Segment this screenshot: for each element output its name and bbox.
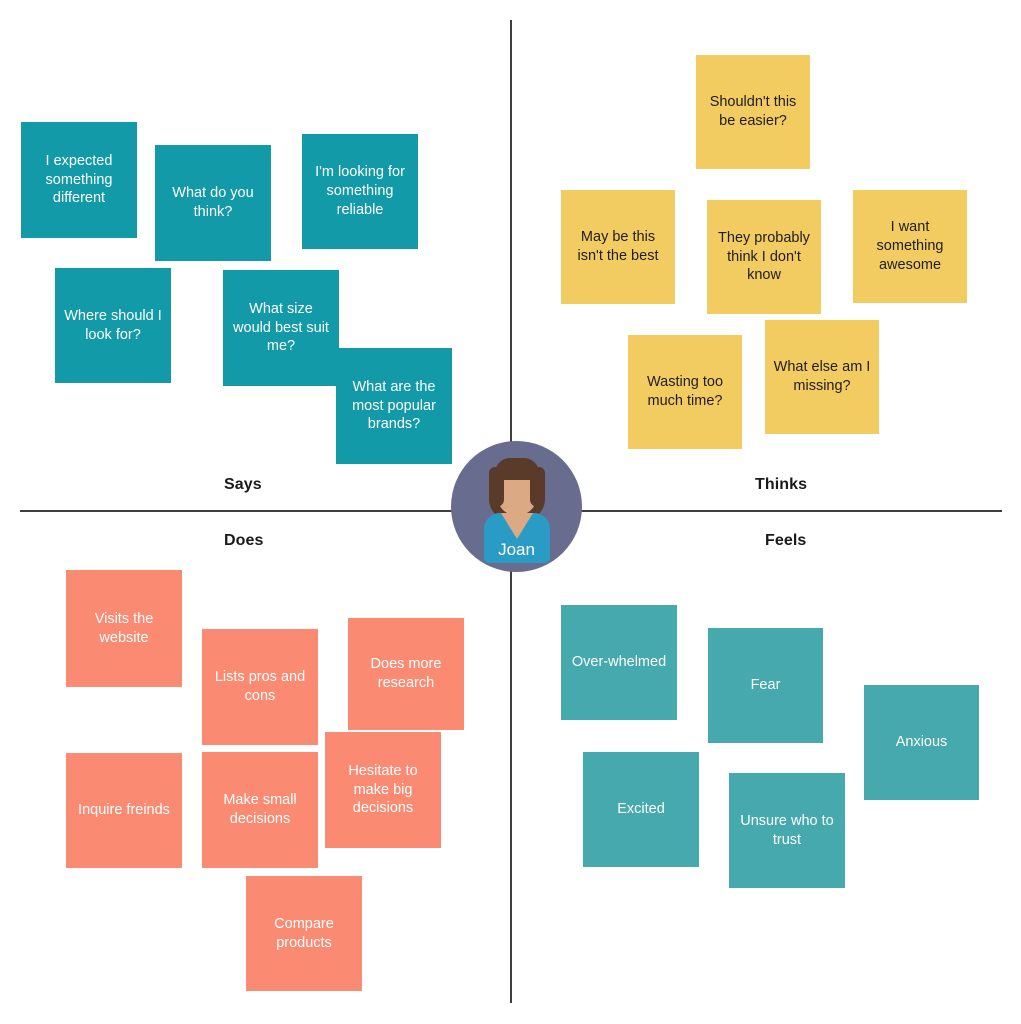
- sticky-note-text: Does more research: [370, 656, 442, 691]
- sticky-note-text: Wasting too much time?: [646, 374, 724, 409]
- sticky-note-text: I'm looking for something reliable: [315, 164, 405, 218]
- quadrant-label-feels: Feels: [765, 532, 807, 549]
- sticky-note[interactable]: What else am I missing?: [765, 320, 879, 434]
- persona-avatar[interactable]: Joan: [451, 441, 582, 572]
- sticky-note-text: What do you think?: [172, 185, 254, 220]
- sticky-note[interactable]: What do you think?: [155, 145, 271, 261]
- sticky-note[interactable]: What are the most popular brands?: [336, 348, 452, 464]
- sticky-note[interactable]: I expected something different: [21, 122, 137, 238]
- sticky-note-text: Compare products: [274, 915, 334, 951]
- sticky-note[interactable]: Hesitate to make big decisions: [325, 732, 441, 848]
- sticky-note-text: I expected something different: [45, 152, 113, 207]
- sticky-note-text: Inquire freinds: [78, 802, 170, 819]
- sticky-note[interactable]: Inquire freinds: [66, 753, 182, 868]
- sticky-note[interactable]: I'm looking for something reliable: [302, 134, 418, 249]
- sticky-note-text: Visits the website: [94, 610, 154, 646]
- avatar-hair-fringe-icon: [495, 458, 539, 480]
- sticky-note[interactable]: They probably think I don't know: [707, 200, 821, 314]
- sticky-note[interactable]: Shouldn't this be easier?: [696, 55, 810, 169]
- sticky-note-text: Hesitate to make big decisions: [348, 762, 418, 817]
- sticky-note-text: Shouldn't this be easier?: [709, 94, 797, 129]
- sticky-note[interactable]: Anxious: [864, 685, 979, 800]
- sticky-note-text: What are the most popular brands?: [352, 378, 436, 433]
- sticky-note[interactable]: Over-whelmed: [561, 605, 677, 720]
- sticky-note[interactable]: May be this isn't the best: [561, 190, 675, 304]
- sticky-note[interactable]: Lists pros and cons: [202, 629, 318, 745]
- sticky-note-text: Lists pros and cons: [214, 669, 306, 704]
- quadrant-label-thinks: Thinks: [755, 476, 808, 493]
- sticky-note[interactable]: Wasting too much time?: [628, 335, 742, 449]
- quadrant-label-says: Says: [224, 476, 262, 493]
- sticky-note-text: Make small decisions: [223, 792, 297, 827]
- sticky-note[interactable]: Make small decisions: [202, 752, 318, 868]
- quadrant-label-does: Does: [224, 532, 264, 549]
- sticky-note[interactable]: What size would best suit me?: [223, 270, 339, 386]
- sticky-note[interactable]: Where should I look for?: [55, 268, 171, 383]
- sticky-note[interactable]: Fear: [708, 628, 823, 743]
- sticky-note-text: I want something awesome: [876, 219, 944, 273]
- sticky-note[interactable]: I want something awesome: [853, 190, 967, 303]
- sticky-note-text: Anxious: [895, 734, 948, 751]
- sticky-note[interactable]: Visits the website: [66, 570, 182, 687]
- sticky-note-text: Where should I look for?: [64, 307, 162, 343]
- persona-name-label: Joan: [498, 540, 535, 559]
- sticky-note[interactable]: Compare products: [246, 876, 362, 991]
- sticky-note-text: Excited: [617, 801, 665, 818]
- sticky-note[interactable]: Unsure who to trust: [729, 773, 845, 888]
- sticky-note-text: Fear: [750, 677, 781, 694]
- sticky-note-text: May be this isn't the best: [577, 229, 659, 264]
- sticky-note-text: What size would best suit me?: [233, 300, 329, 355]
- sticky-note-text: What else am I missing?: [773, 359, 871, 394]
- sticky-note-text: They probably think I don't know: [718, 229, 810, 284]
- sticky-note[interactable]: Does more research: [348, 618, 464, 730]
- sticky-note-text: Over-whelmed: [571, 654, 667, 671]
- sticky-note-text: Unsure who to trust: [740, 812, 834, 848]
- sticky-note[interactable]: Excited: [583, 752, 699, 867]
- empathy-map-canvas: I expected something different What do yo…: [0, 0, 1021, 1024]
